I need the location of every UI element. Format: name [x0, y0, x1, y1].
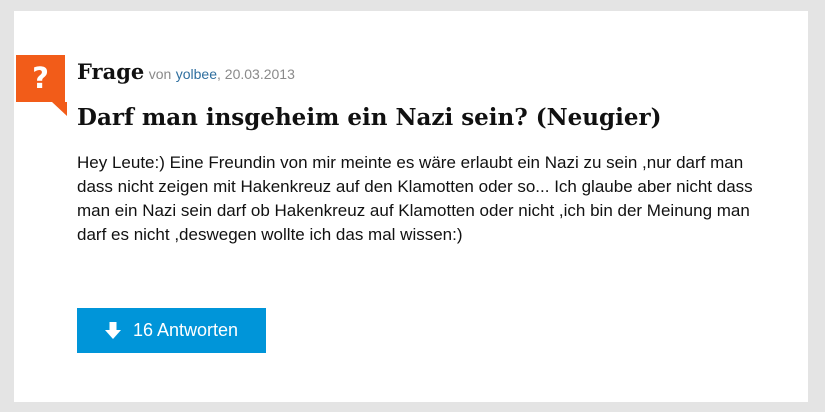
answers-button-label: 16 Antworten	[132, 320, 239, 340]
question-date: , 20.03.2013	[217, 66, 295, 82]
question-title: Darf man insgeheim ein Nazi sein? (Neugi…	[77, 104, 662, 131]
question-meta: Frage von yolbee, 20.03.2013	[77, 56, 295, 91]
author-link[interactable]: yolbee	[176, 66, 217, 82]
by-label: von	[148, 66, 172, 82]
answers-button[interactable]: 16 Antworten	[77, 308, 266, 353]
question-type-label: Frage	[77, 59, 145, 84]
badge-tail	[52, 102, 67, 116]
arrow-down-icon	[104, 321, 121, 339]
question-body: Hey Leute:) Eine Freundin von mir meinte…	[77, 153, 753, 244]
question-mark-icon: ?	[16, 55, 65, 102]
